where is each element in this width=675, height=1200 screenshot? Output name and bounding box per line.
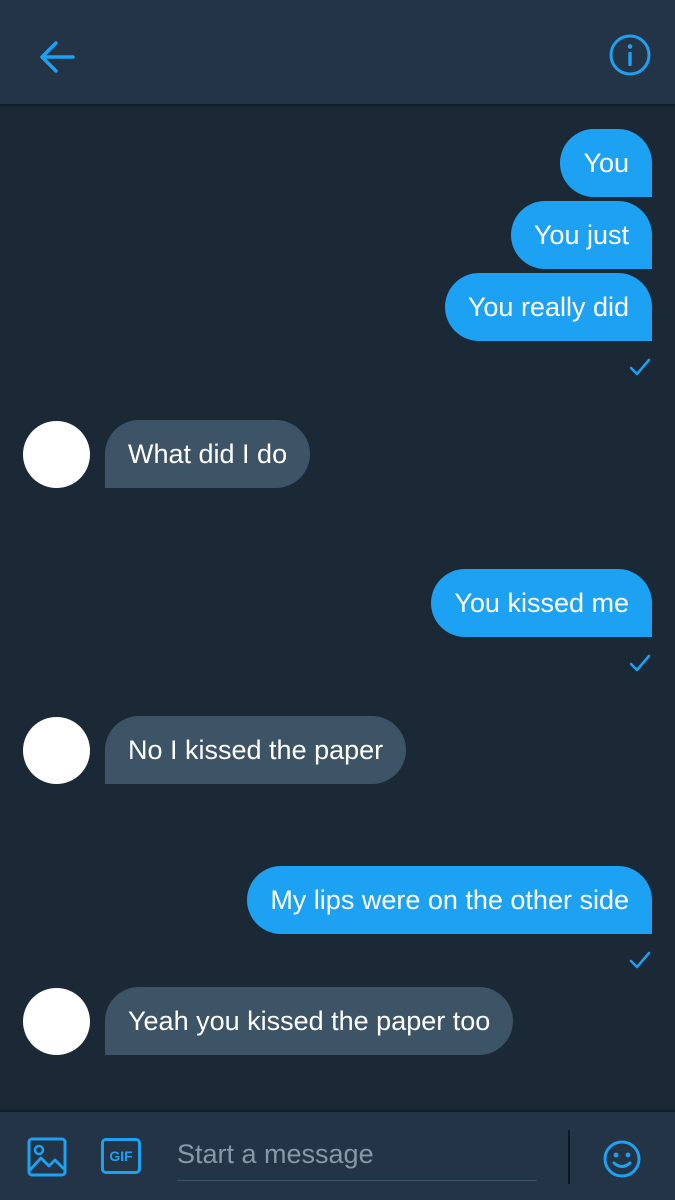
message-composer: GIF <box>0 1110 675 1200</box>
outgoing-message[interactable]: You <box>560 129 652 197</box>
message-input[interactable] <box>177 1128 537 1181</box>
composer-divider <box>568 1130 570 1184</box>
conversation-header <box>0 0 675 106</box>
avatar[interactable] <box>23 421 90 488</box>
incoming-message[interactable]: What did I do <box>105 420 311 488</box>
dm-conversation-screen: You You just You really did What did I d… <box>0 0 675 1200</box>
info-circle-icon <box>609 34 651 76</box>
emoji-button[interactable] <box>602 1139 642 1179</box>
outgoing-message[interactable]: You kissed me <box>431 569 652 637</box>
outgoing-message[interactable]: My lips were on the other side <box>247 866 652 934</box>
image-icon <box>27 1137 67 1177</box>
incoming-message[interactable]: No I kissed the paper <box>105 716 407 784</box>
sent-check-icon <box>629 654 651 672</box>
sent-check-icon <box>629 951 651 969</box>
add-image-button[interactable] <box>26 1136 68 1178</box>
info-button[interactable] <box>604 29 656 81</box>
message-list[interactable]: You You just You really did What did I d… <box>0 106 675 1110</box>
arrow-left-icon <box>40 41 75 73</box>
gif-button[interactable]: GIF <box>101 1138 141 1174</box>
sent-check-icon <box>629 358 651 376</box>
back-button[interactable] <box>32 32 82 82</box>
smiley-icon <box>603 1140 641 1178</box>
outgoing-message[interactable]: You really did <box>444 273 652 341</box>
avatar[interactable] <box>23 717 90 784</box>
incoming-message[interactable]: Yeah you kissed the paper too <box>105 987 514 1055</box>
outgoing-message[interactable]: You just <box>510 201 652 269</box>
avatar[interactable] <box>23 988 90 1055</box>
